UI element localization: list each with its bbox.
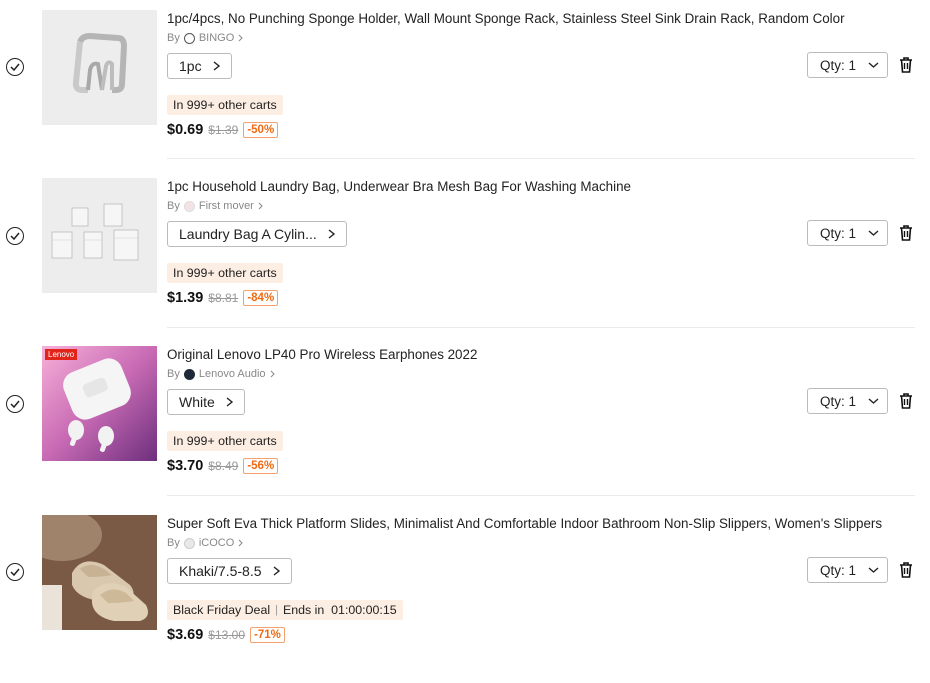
original-price: $8.81 (208, 291, 239, 305)
store-byline: By First mover (167, 200, 263, 212)
chevron-right-icon (213, 61, 220, 71)
price-row: $3.70 $8.49 -56% (167, 458, 279, 474)
chevron-right-icon (238, 34, 244, 42)
store-name[interactable]: BINGO (199, 32, 234, 44)
discount-badge: -71% (250, 627, 285, 643)
quantity-label: Qty: 1 (820, 57, 857, 73)
store-byline: By iCOCO (167, 537, 244, 549)
store-name[interactable]: iCOCO (199, 537, 234, 549)
chevron-right-icon (238, 539, 244, 547)
lenovo-tag: Lenovo (45, 349, 78, 360)
quantity-label: Qty: 1 (820, 393, 857, 409)
chevron-down-icon (868, 567, 879, 573)
chevron-right-icon (273, 566, 280, 576)
item-divider (167, 158, 915, 159)
sale-price: $1.39 (167, 290, 204, 306)
original-price: $8.49 (208, 459, 239, 473)
variant-selector[interactable]: White (167, 389, 245, 415)
trash-icon[interactable] (899, 562, 913, 578)
cart-list: 1pc/4pcs, No Punching Sponge Holder, Wal… (0, 0, 930, 657)
cart-item: Super Soft Eva Thick Platform Slides, Mi… (0, 515, 930, 683)
variant-selector[interactable]: Khaki/7.5-8.5 (167, 558, 292, 584)
product-title[interactable]: Original Lenovo LP40 Pro Wireless Earpho… (167, 347, 477, 362)
badge-separator: | (275, 604, 278, 616)
chevron-right-icon (258, 202, 263, 210)
quantity-select[interactable]: Qty: 1 (807, 557, 888, 583)
discount-badge: -50% (243, 122, 279, 138)
product-image[interactable] (42, 515, 157, 630)
variant-selector[interactable]: 1pc (167, 53, 232, 79)
chevron-right-icon (270, 370, 275, 378)
chevron-down-icon (868, 398, 879, 404)
deal-countdown: Ends in 01:00:00:15 (282, 603, 397, 617)
product-image[interactable] (42, 178, 157, 293)
product-title[interactable]: 1pc/4pcs, No Punching Sponge Holder, Wal… (167, 11, 845, 26)
cart-item: 1pc Household Laundry Bag, Underwear Bra… (0, 178, 930, 346)
item-divider (167, 327, 915, 328)
item-divider (167, 495, 915, 496)
trash-icon[interactable] (899, 393, 913, 409)
deal-badge: Black Friday Deal | Ends in 01:00:00:15 (167, 600, 403, 620)
store-byline: By Lenovo Audio (167, 368, 275, 380)
cart-item: Lenovo Original Lenovo LP40 Pro Wireless… (0, 346, 930, 514)
trash-icon[interactable] (899, 57, 913, 73)
original-price: $13.00 (208, 628, 245, 642)
chevron-right-icon (328, 229, 335, 239)
by-label: By (167, 32, 180, 44)
popularity-badge: In 999+ other carts (167, 431, 283, 451)
product-title[interactable]: Super Soft Eva Thick Platform Slides, Mi… (167, 516, 882, 531)
price-row: $1.39 $8.81 -84% (167, 290, 279, 306)
quantity-select[interactable]: Qty: 1 (807, 388, 888, 414)
store-logo-icon (183, 537, 195, 549)
original-price: $1.39 (208, 123, 239, 137)
quantity-select[interactable]: Qty: 1 (807, 220, 888, 246)
variant-label: Khaki/7.5-8.5 (179, 563, 262, 579)
cart-item: 1pc/4pcs, No Punching Sponge Holder, Wal… (0, 10, 930, 178)
store-name[interactable]: First mover (199, 200, 254, 212)
variant-label: Laundry Bag A Cylin... (179, 226, 317, 242)
variant-label: White (179, 394, 215, 410)
variant-label: 1pc (179, 58, 202, 74)
chevron-right-icon (226, 397, 233, 407)
quantity-label: Qty: 1 (820, 562, 857, 578)
check-circle-icon[interactable] (6, 395, 24, 413)
store-logo-icon (183, 200, 195, 212)
quantity-select[interactable]: Qty: 1 (807, 52, 888, 78)
product-image[interactable]: Lenovo (42, 346, 157, 461)
sale-price: $3.70 (167, 458, 204, 474)
by-label: By (167, 537, 180, 549)
discount-badge: -84% (243, 290, 279, 306)
check-circle-icon[interactable] (6, 58, 24, 76)
quantity-label: Qty: 1 (820, 225, 857, 241)
store-logo-icon (183, 368, 195, 380)
popularity-badge: In 999+ other carts (167, 263, 283, 283)
trash-icon[interactable] (899, 225, 913, 241)
check-circle-icon[interactable] (6, 227, 24, 245)
by-label: By (167, 368, 180, 380)
product-title[interactable]: 1pc Household Laundry Bag, Underwear Bra… (167, 179, 631, 194)
by-label: By (167, 200, 180, 212)
sale-price: $3.69 (167, 627, 204, 643)
product-image[interactable] (42, 10, 157, 125)
variant-selector[interactable]: Laundry Bag A Cylin... (167, 221, 347, 247)
chevron-down-icon (868, 62, 879, 68)
store-name[interactable]: Lenovo Audio (199, 368, 266, 380)
price-row: $3.69 $13.00 -71% (167, 627, 285, 643)
store-byline: By BINGO (167, 32, 244, 44)
chevron-down-icon (868, 230, 879, 236)
store-logo-icon (183, 32, 195, 44)
popularity-badge: In 999+ other carts (167, 95, 283, 115)
deal-label: Black Friday Deal (173, 603, 271, 617)
sale-price: $0.69 (167, 122, 204, 138)
price-row: $0.69 $1.39 -50% (167, 122, 279, 138)
discount-badge: -56% (243, 458, 279, 474)
check-circle-icon[interactable] (6, 563, 24, 581)
